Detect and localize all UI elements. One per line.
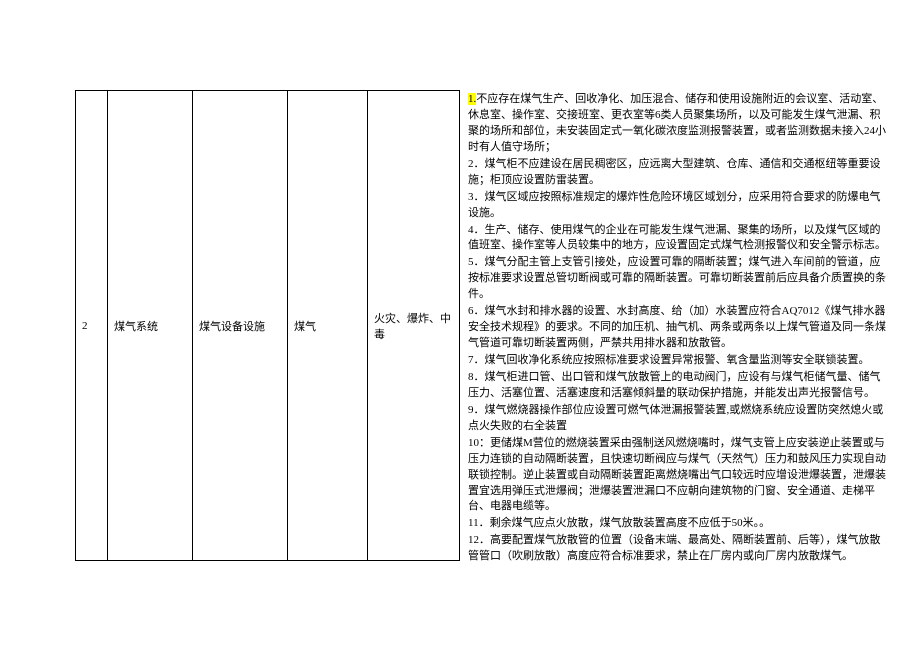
para-8: 8．煤气柜进口管、出口管和煤气放散管上的电动阀门，应设有与煤气柜储气量、储气压力… (468, 370, 890, 402)
para-3: 3．煤气区域应按照标准规定的爆炸性危险环境区域划分，应采用符合要求的防爆电气设施… (468, 190, 890, 222)
cell-risk: 火灾、爆炸、中毒 (368, 91, 460, 561)
para-1: 1.不应存在煤气生产、回收净化、加压混合、储存和使用设施附近的会议室、活动室、休… (468, 92, 890, 156)
para-4: 4．生产、储存、使用煤气的企业在可能发生煤气泄漏、聚集的场所，以及煤气区域的值班… (468, 223, 890, 255)
cell-equipment: 煤气设备设施 (193, 91, 288, 561)
highlight-1: 1. (468, 93, 476, 105)
cell-system: 煤气系统 (108, 91, 193, 561)
para-5: 5．煤气分配主管上支管引接处，应设置可靠的隔断装置；煤气进入车间前的管道，应按标… (468, 255, 890, 303)
spec-table: 2 煤气系统 煤气设备设施 煤气 火灾、爆炸、中毒 (75, 90, 460, 561)
cell-index: 2 (76, 91, 108, 561)
para-2: 2．煤气柜不应建设在居民稠密区，应远离大型建筑、仓库、通信和交通枢纽等重要设施；… (468, 157, 890, 189)
para-12: 12．高要配置煤气放散管的位置（设备末端、最高处、隔断装置前、后等），煤气放散管… (468, 533, 890, 565)
content-column: 1.不应存在煤气生产、回收净化、加压混合、储存和使用设施附近的会议室、活动室、休… (460, 0, 920, 651)
para-6: 6．煤气水封和排水器的设置、水封高度、给（加）水装置应符合AQ7012《煤气排水… (468, 304, 890, 352)
para-9: 9．煤气燃烧器操作部位应设置可燃气体泄漏报警装置,或燃烧系统应设置防突然熄火或点… (468, 403, 890, 435)
para-10: 10：更储煤M营位的燃烧装置采由强制送风燃烧嘴时，煤气支管上应安装逆止装置或与压… (468, 436, 890, 516)
para-11: 11．剩余煤气应点火放散，煤气放散装置高度不应低于50米。。 (468, 516, 890, 532)
table-row: 2 煤气系统 煤气设备设施 煤气 火灾、爆炸、中毒 (76, 91, 460, 561)
table-container: 2 煤气系统 煤气设备设施 煤气 火灾、爆炸、中毒 (0, 0, 460, 651)
page: 2 煤气系统 煤气设备设施 煤气 火灾、爆炸、中毒 1.不应存在煤气生产、回收净… (0, 0, 920, 651)
para-7: 7．煤气回收净化系统应按照标准要求设置异常报警、氧含量监测等安全联锁装置。 (468, 353, 890, 369)
para-1-rest: 不应存在煤气生产、回收净化、加压混合、储存和使用设施附近的会议室、活动室、休息室… (468, 93, 886, 153)
cell-hazard: 煤气 (288, 91, 368, 561)
